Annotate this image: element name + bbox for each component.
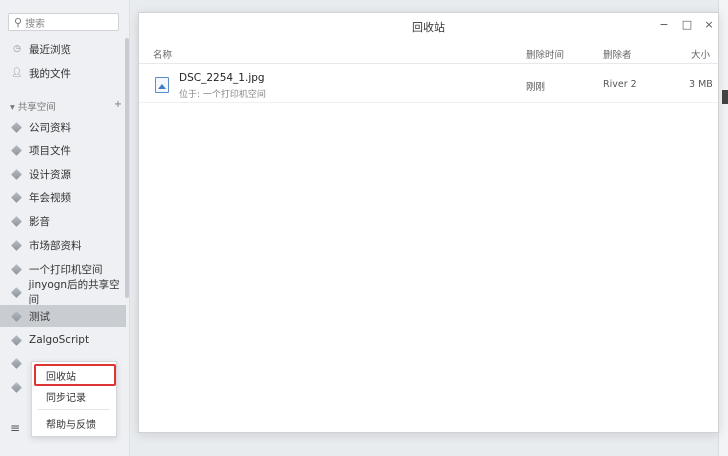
file-location: 位于: 一个打印机空间 xyxy=(179,90,266,100)
sidebar-item-space[interactable]: 设计资源 xyxy=(0,163,126,185)
cube-icon xyxy=(11,239,22,251)
sidebar-item-label: 测试 xyxy=(29,310,50,323)
deleted-time: 刚刚 xyxy=(526,82,546,93)
sidebar-item-label: ZalgoScript xyxy=(29,334,90,346)
cube-icon xyxy=(11,334,22,346)
sidebar-item-my-files[interactable]: 👤︎ 我的文件 xyxy=(0,62,126,84)
menu-item-sync-log[interactable]: 同步记录 xyxy=(32,386,116,406)
context-menu: 回收站 同步记录 帮助与反馈 xyxy=(31,361,117,437)
column-name[interactable]: 名称 xyxy=(153,47,172,61)
recycle-bin-window: 回收站 − □ × 名称 删除时间 删除者 大小 DSC_2254_1.jpg … xyxy=(138,12,719,433)
sidebar-item-label: 项目文件 xyxy=(29,144,71,157)
cube-icon xyxy=(11,286,22,298)
sidebar-item-space[interactable]: ZalgoScript xyxy=(0,329,126,351)
clock-icon: ◷ xyxy=(13,44,21,54)
sidebar-item-space[interactable]: 市场部资料 xyxy=(0,234,126,256)
file-size: 3 MB xyxy=(689,79,713,90)
shared-spaces-header: ▾ 共享空间 + xyxy=(10,99,122,113)
cube-icon xyxy=(11,215,22,227)
sidebar-item-space[interactable]: 项目文件 xyxy=(0,139,126,161)
search-icon: ⚲ xyxy=(14,15,23,29)
sidebar-item-space[interactable]: jinyogn后的共享空间 xyxy=(0,279,126,306)
table-header: 名称 删除时间 删除者 大小 xyxy=(139,44,718,64)
cube-icon xyxy=(11,144,22,156)
menu-item-recycle-bin[interactable]: 回收站 xyxy=(32,365,116,385)
deleted-by: River 2 xyxy=(603,79,637,90)
maximize-icon[interactable]: □ xyxy=(680,18,694,31)
sidebar-item-label: 一个打印机空间 xyxy=(29,263,103,276)
file-name: DSC_2254_1.jpg xyxy=(179,72,265,84)
sidebar-item-space[interactable]: 影音 xyxy=(0,210,126,232)
sidebar-item-label: 市场部资料 xyxy=(29,239,82,252)
column-deleted-time[interactable]: 删除时间 xyxy=(526,47,564,61)
sidebar-item-label: 公司资料 xyxy=(29,121,71,134)
sidebar-item-space[interactable]: 年会视频 xyxy=(0,186,126,208)
image-file-icon xyxy=(155,77,169,93)
menu-icon[interactable]: ≡ xyxy=(0,418,30,438)
cube-icon xyxy=(11,121,22,133)
cube-icon xyxy=(11,263,22,275)
sidebar-item-label: 年会视频 xyxy=(29,191,71,204)
sidebar-item-label: jinyogn后的共享空间 xyxy=(28,279,120,306)
cube-icon xyxy=(11,381,22,393)
sidebar-item-recent[interactable]: ◷ 最近浏览 xyxy=(0,38,126,60)
close-icon[interactable]: × xyxy=(702,18,716,31)
sidebar-item-label: 最近浏览 xyxy=(29,43,71,56)
column-deleted-by[interactable]: 删除者 xyxy=(603,47,632,61)
cube-icon xyxy=(11,357,22,369)
cube-icon xyxy=(11,168,22,180)
background-fragment xyxy=(722,90,728,104)
column-size[interactable]: 大小 xyxy=(691,47,710,61)
add-space-icon[interactable]: + xyxy=(114,99,122,113)
search-input[interactable]: ⚲ 搜索 xyxy=(8,13,119,31)
menu-item-help-feedback[interactable]: 帮助与反馈 xyxy=(32,413,116,433)
menu-divider xyxy=(38,409,110,410)
cube-icon xyxy=(11,191,22,203)
background-window-edge xyxy=(718,0,728,456)
section-label: ▾ 共享空间 xyxy=(10,102,56,113)
sidebar-item-space[interactable]: 公司资料 xyxy=(0,116,126,138)
minimize-icon[interactable]: − xyxy=(657,18,671,31)
collapse-icon[interactable]: ▾ xyxy=(10,102,18,113)
sidebar-scrollbar[interactable] xyxy=(125,38,129,298)
search-placeholder: 搜索 xyxy=(25,18,46,30)
window-title: 回收站 xyxy=(412,21,445,34)
sidebar-item-label: 影音 xyxy=(29,215,50,228)
table-row[interactable]: DSC_2254_1.jpg 位于: 一个打印机空间 刚刚 River 2 3 … xyxy=(139,69,718,103)
user-icon: 👤︎ xyxy=(11,68,23,78)
sidebar-item-label: 设计资源 xyxy=(29,168,71,181)
cube-icon xyxy=(11,310,22,322)
sidebar-item-label: 我的文件 xyxy=(29,67,71,80)
sidebar-item-space-selected[interactable]: 测试 xyxy=(0,305,126,327)
